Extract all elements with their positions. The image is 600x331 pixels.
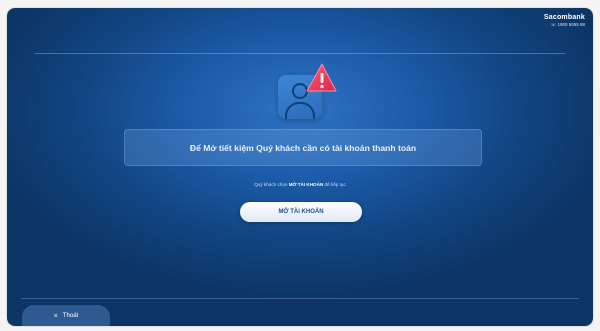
kiosk-screen: Sacombank ☏ 1900 5555 88 Để Mở tiết kiệm… xyxy=(7,8,593,326)
open-account-label: MỞ TÀI KHOẢN xyxy=(278,209,324,215)
brand-name: Sacombank xyxy=(543,14,585,21)
hint-bold: MỞ TÀI KHOẢN xyxy=(288,182,324,187)
info-message-box: Để Mở tiết kiệm Quý khách cần có tài kho… xyxy=(124,129,482,166)
close-icon: × xyxy=(53,312,58,320)
open-account-button[interactable]: MỞ TÀI KHOẢN xyxy=(240,202,362,222)
footer-divider xyxy=(21,298,579,299)
brand-phone: ☏ 1900 5555 88 xyxy=(550,22,585,27)
hint-text: Quý khách chọn MỞ TÀI KHOẢN để tiếp tục xyxy=(7,182,593,187)
info-message-text: Để Mở tiết kiệm Quý khách cần có tài kho… xyxy=(189,142,417,153)
exit-label: Thoát xyxy=(62,313,79,319)
account-alert-illustration xyxy=(274,61,338,125)
brand-logo: Sacombank ☏ 1900 5555 88 xyxy=(544,14,585,28)
hint-suffix: để tiếp tục xyxy=(323,182,346,187)
exit-button[interactable]: × Thoát xyxy=(22,305,110,326)
header-divider xyxy=(35,53,565,54)
hint-prefix: Quý khách chọn xyxy=(254,182,289,187)
warning-triangle-icon xyxy=(306,63,337,92)
